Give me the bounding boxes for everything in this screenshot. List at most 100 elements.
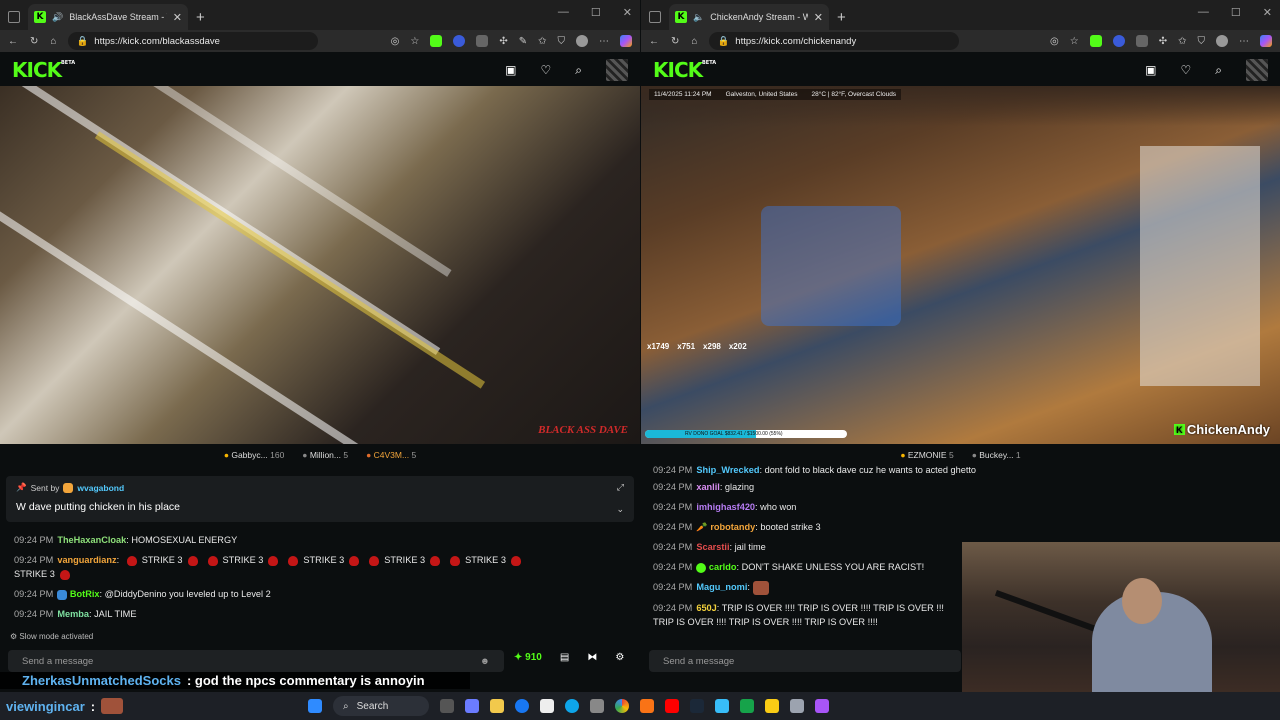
close-tab-icon[interactable]: ✕ — [173, 11, 182, 24]
app-icon[interactable] — [640, 699, 654, 713]
more-icon[interactable]: ⋯ — [599, 36, 609, 47]
profile-avatar[interactable] — [576, 35, 588, 47]
theater-icon[interactable]: ⧓ — [587, 652, 597, 663]
browse-icon[interactable]: ▣ — [1145, 63, 1156, 77]
home-icon[interactable]: ⌂ — [50, 36, 56, 47]
search-icon[interactable]: ⌕ — [575, 63, 582, 78]
puzzle-icon[interactable]: ✣ — [499, 36, 507, 47]
tab-chickenandy[interactable]: K 🔈 ChickenAndy Stream - Watc ✕ — [669, 4, 829, 30]
tab-blackassdave[interactable]: K 🔊 BlackAssDave Stream - Watc ✕ — [28, 4, 188, 30]
url-field[interactable]: 🔒 https://kick.com/blackassdave — [68, 32, 319, 50]
back-icon[interactable]: ← — [8, 36, 18, 47]
url-field[interactable]: 🔒 https://kick.com/chickenandy — [709, 32, 960, 50]
gifter[interactable]: ● Million... 5 — [302, 450, 348, 460]
maximize-icon[interactable]: ☐ — [1231, 6, 1241, 19]
calculator-icon[interactable] — [590, 699, 604, 713]
lock-icon: 🔒 — [76, 35, 89, 47]
settings-gear-icon[interactable]: ⚙ — [615, 652, 624, 663]
kick-favicon-icon: K — [34, 11, 46, 23]
amazon-icon[interactable] — [540, 699, 554, 713]
slow-mode-notice: ⚙ Slow mode activated — [10, 632, 94, 641]
chat-input[interactable]: Send a message ☻ — [8, 650, 504, 672]
search-icon[interactable]: ⌕ — [1215, 63, 1222, 78]
xbox-icon[interactable] — [740, 699, 754, 713]
user-avatar[interactable] — [606, 59, 628, 81]
pinned-user[interactable]: wvagabond — [77, 483, 124, 493]
stats-overlay: x1749 x751 x298 x202 — [647, 342, 747, 351]
copilot-icon[interactable] — [1260, 35, 1272, 47]
gifter[interactable]: ● Gabbyc... 160 — [224, 450, 284, 460]
minimize-icon[interactable]: — — [1198, 6, 1209, 19]
youtube-icon[interactable] — [665, 699, 679, 713]
kick-favicon-icon: K — [675, 11, 687, 23]
user-avatar[interactable] — [1246, 59, 1268, 81]
following-heart-icon[interactable]: ♡ — [541, 63, 552, 77]
minimize-icon[interactable]: — — [558, 6, 569, 19]
gifter[interactable]: ● Buckey... 1 — [972, 450, 1021, 460]
brush-icon[interactable]: ✎ — [519, 36, 527, 47]
steam-icon[interactable] — [690, 699, 704, 713]
gifter[interactable]: ● C4V3M... 5 — [366, 450, 416, 460]
reader-icon[interactable]: ◎ — [391, 36, 400, 47]
favorites-icon[interactable]: ✩ — [1178, 36, 1186, 47]
app-icon[interactable] — [715, 699, 729, 713]
back-icon[interactable]: ← — [649, 36, 659, 47]
new-tab-button[interactable]: + — [196, 9, 205, 26]
video-player[interactable]: BLACK ASS DAVE — [0, 86, 640, 444]
unpin-icon[interactable]: ⤢ — [617, 482, 624, 493]
chat-messages: 09:24 PM TheHaxanCloak: HOMOSEXUAL ENERGY… — [0, 530, 640, 624]
tab-actions-icon[interactable] — [8, 11, 20, 23]
audio-icon[interactable]: 🔊 — [52, 12, 63, 23]
task-view-icon[interactable] — [440, 699, 454, 713]
more-icon[interactable]: ⋯ — [1239, 36, 1249, 47]
app-icon[interactable] — [815, 699, 829, 713]
close-window-icon[interactable]: ✕ — [1263, 6, 1272, 19]
video-player[interactable]: 11/4/2025 11:24 PM Galveston, United Sta… — [641, 86, 1280, 444]
home-icon[interactable]: ⌂ — [691, 36, 697, 47]
vpn-extension-icon[interactable] — [1112, 35, 1125, 47]
favorites-icon[interactable]: ✩ — [538, 36, 546, 47]
kick-logo[interactable]: KICK BETA — [653, 58, 716, 82]
kick-logo[interactable]: KICK BETA — [12, 58, 75, 82]
profile-avatar[interactable] — [1216, 35, 1228, 47]
taskbar-search[interactable]: ⌕ Search — [333, 696, 429, 716]
refresh-icon[interactable]: ↻ — [671, 36, 679, 47]
refresh-icon[interactable]: ↻ — [30, 36, 38, 47]
favorite-star-icon[interactable]: ☆ — [1070, 36, 1079, 47]
copilot-icon[interactable] — [620, 35, 632, 47]
s-extension-icon[interactable] — [476, 35, 489, 47]
chat-input[interactable]: Send a message — [649, 650, 961, 672]
audio-icon[interactable]: 🔈 — [693, 12, 704, 23]
new-tab-button[interactable]: + — [837, 9, 846, 26]
edge-icon[interactable] — [565, 699, 579, 713]
kick-extension-icon[interactable] — [1089, 35, 1102, 47]
close-tab-icon[interactable]: ✕ — [814, 11, 823, 24]
close-window-icon[interactable]: ✕ — [623, 6, 632, 19]
points-button[interactable]: ✦ 910 — [514, 652, 542, 663]
following-heart-icon[interactable]: ♡ — [1181, 63, 1192, 77]
favorite-star-icon[interactable]: ☆ — [410, 36, 419, 47]
shield-icon[interactable]: ⛉ — [1198, 36, 1206, 47]
puzzle-icon[interactable]: ✣ — [1159, 36, 1167, 47]
top-gifters: ● Gabbyc... 160 ● Million... 5 ● C4V3M..… — [0, 446, 640, 464]
file-explorer-icon[interactable] — [490, 699, 504, 713]
tab-actions-icon[interactable] — [649, 11, 661, 23]
chrome-icon[interactable] — [615, 699, 629, 713]
maximize-icon[interactable]: ☐ — [591, 6, 601, 19]
browse-icon[interactable]: ▣ — [505, 63, 516, 77]
chevron-down-icon[interactable]: ⌄ — [616, 504, 624, 515]
facebook-icon[interactable] — [515, 699, 529, 713]
kick-extension-icon[interactable] — [430, 35, 443, 47]
emoji-icon[interactable]: ☻ — [480, 656, 490, 667]
vpn-extension-icon[interactable] — [453, 35, 466, 47]
chat-message: 09:24 PM BotRix: @DiddyDenino you levele… — [14, 589, 271, 600]
gifter[interactable]: ● EZMONIE 5 — [900, 450, 953, 460]
app-icon[interactable] — [465, 699, 479, 713]
s-extension-icon[interactable] — [1135, 35, 1148, 47]
app-icon[interactable] — [790, 699, 804, 713]
windows-start-icon[interactable] — [308, 699, 322, 713]
shield-icon[interactable]: ⛉ — [558, 36, 566, 47]
gift-icon[interactable]: ▤ — [560, 652, 569, 663]
sticky-notes-icon[interactable] — [765, 699, 779, 713]
reader-icon[interactable]: ◎ — [1050, 36, 1059, 47]
